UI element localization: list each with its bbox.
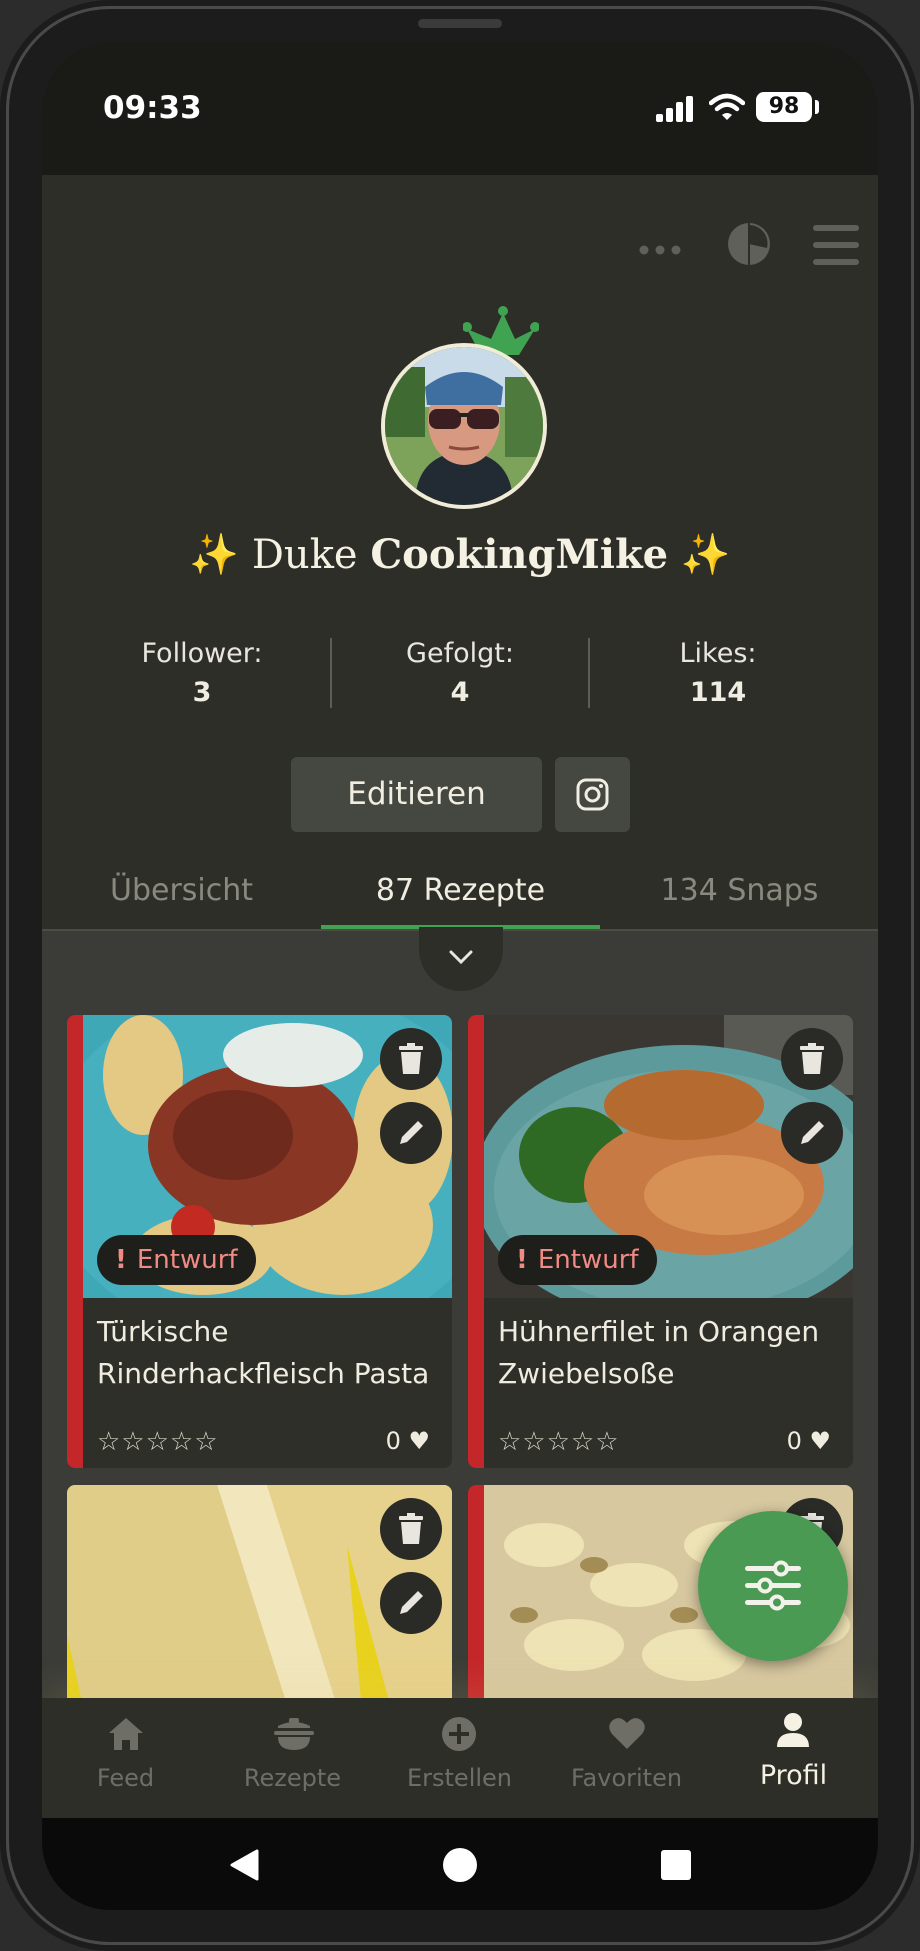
pot-icon [274,1718,314,1750]
sparkle-right: ✨ [680,532,731,578]
statistics-pie-icon[interactable] [727,222,771,266]
screen: 09:33 98 ✨ Duke CookingMike ✨ Follower: … [42,42,878,1910]
profile-name: ✨ Duke CookingMike ✨ [42,531,878,578]
heart-icon: ♥ [809,1427,831,1455]
avatar[interactable] [381,343,547,509]
signal-icon [656,96,693,122]
recipe-title: Hühnerfilet in Orangen Zwiebelsoße [498,1315,820,1390]
recipe-card[interactable]: ! Entwurf Türkische Rinderhackfleisch Pas… [67,1015,452,1468]
stat-following[interactable]: Gefolgt: 4 [330,638,590,708]
stat-value: 3 [192,677,212,708]
stat-value: 114 [689,677,747,708]
person-icon [777,1713,809,1747]
like-count: 0 ♥ [386,1427,430,1455]
pencil-icon [801,1121,824,1144]
nav-item-recipes[interactable]: Rezepte [209,1698,376,1818]
like-count-value: 0 [786,1427,802,1455]
recipe-card[interactable] [67,1485,452,1725]
battery-indicator: 98 [756,92,812,122]
edit-profile-button[interactable]: Editieren [291,757,542,832]
nav-label: Favoriten [570,1764,683,1792]
trash-icon [800,1043,824,1074]
nav-item-profile[interactable]: Profil [710,1698,877,1818]
profile-header: ✨ Duke CookingMike ✨ Follower: 3 Gefolgt… [42,175,878,931]
alert-icon: ! [516,1245,528,1275]
profile-tabs: Übersicht 87 Rezepte 134 Snaps [42,861,878,931]
recipe-title: Türkische Rinderhackfleisch Pasta [97,1315,430,1390]
plus-circle-icon [442,1717,476,1751]
system-navigation-bar [42,1818,878,1910]
tab-snaps[interactable]: 134 Snaps [600,861,878,921]
nav-item-favorites[interactable]: Favoriten [543,1698,710,1818]
edit-recipe-button[interactable] [781,1102,843,1164]
stat-followers[interactable]: Follower: 3 [72,638,332,708]
nav-label: Feed [96,1764,155,1792]
profile-username: CookingMike [370,531,669,578]
stat-value: 4 [450,677,470,708]
edit-recipe-button[interactable] [380,1102,442,1164]
collapse-filter-button[interactable] [419,927,503,991]
menu-icon[interactable] [813,225,859,265]
instagram-icon [576,778,609,811]
like-count-value: 0 [385,1427,401,1455]
rating-stars: ☆☆☆☆☆ [498,1427,620,1457]
alert-icon: ! [115,1245,127,1275]
heart-icon [609,1718,645,1749]
bottom-navigation: Feed Rezepte Erstellen Favoriten Profil [42,1698,878,1818]
profile-title: Duke [251,532,358,578]
nav-item-create[interactable]: Erstellen [376,1698,543,1818]
rating-stars: ☆☆☆☆☆ [97,1427,219,1457]
status-time: 09:33 [103,90,202,126]
home-icon [109,1718,143,1750]
stat-label: Gefolgt: [406,638,514,669]
tab-overview[interactable]: Übersicht [42,861,321,921]
back-icon[interactable] [229,1849,259,1881]
battery-tip [815,100,819,114]
badge-label: Entwurf [537,1245,639,1275]
status-bar: 09:33 98 [42,42,878,175]
tab-recipes[interactable]: 87 Rezepte [321,861,600,921]
heart-icon: ♥ [408,1427,430,1455]
trash-icon [399,1043,423,1074]
delete-button[interactable] [380,1498,442,1560]
phone-frame: 09:33 98 ✨ Duke CookingMike ✨ Follower: … [0,0,920,1951]
like-count: 0 ♥ [787,1427,831,1455]
sparkle-left: ✨ [189,532,240,578]
draft-stripe [67,1015,83,1468]
avatar-photo [385,347,543,505]
nav-label: Erstellen [406,1764,513,1792]
more-icon[interactable] [639,245,681,255]
pencil-icon [400,1121,423,1144]
nav-label: Profil [759,1760,828,1791]
edit-recipe-button[interactable] [380,1572,442,1634]
filter-fab-button[interactable] [698,1511,848,1661]
draft-stripe [468,1015,484,1468]
stat-label: Likes: [679,638,757,669]
instagram-button[interactable] [555,757,630,832]
delete-button[interactable] [380,1028,442,1090]
speaker-grille [418,19,502,28]
chevron-down-icon [449,950,473,965]
badge-label: Entwurf [136,1245,238,1275]
nav-item-feed[interactable]: Feed [42,1698,209,1818]
draft-stripe [468,1485,484,1725]
recipe-card[interactable]: ! Entwurf Hühnerfilet in Orangen Zwiebels… [468,1015,853,1468]
home-button-icon[interactable] [442,1847,478,1883]
stat-likes[interactable]: Likes: 114 [588,638,848,708]
draft-badge: ! Entwurf [498,1235,657,1285]
wifi-icon [709,93,745,120]
profile-stats: Follower: 3 Gefolgt: 4 Likes: 114 [42,638,878,718]
trash-icon [399,1513,423,1544]
draft-badge: ! Entwurf [97,1235,256,1285]
filter-sliders-icon [745,1560,801,1611]
stat-label: Follower: [141,638,263,669]
recents-icon[interactable] [660,1849,692,1881]
delete-button[interactable] [781,1028,843,1090]
pencil-icon [400,1591,423,1614]
nav-label: Rezepte [243,1764,342,1792]
